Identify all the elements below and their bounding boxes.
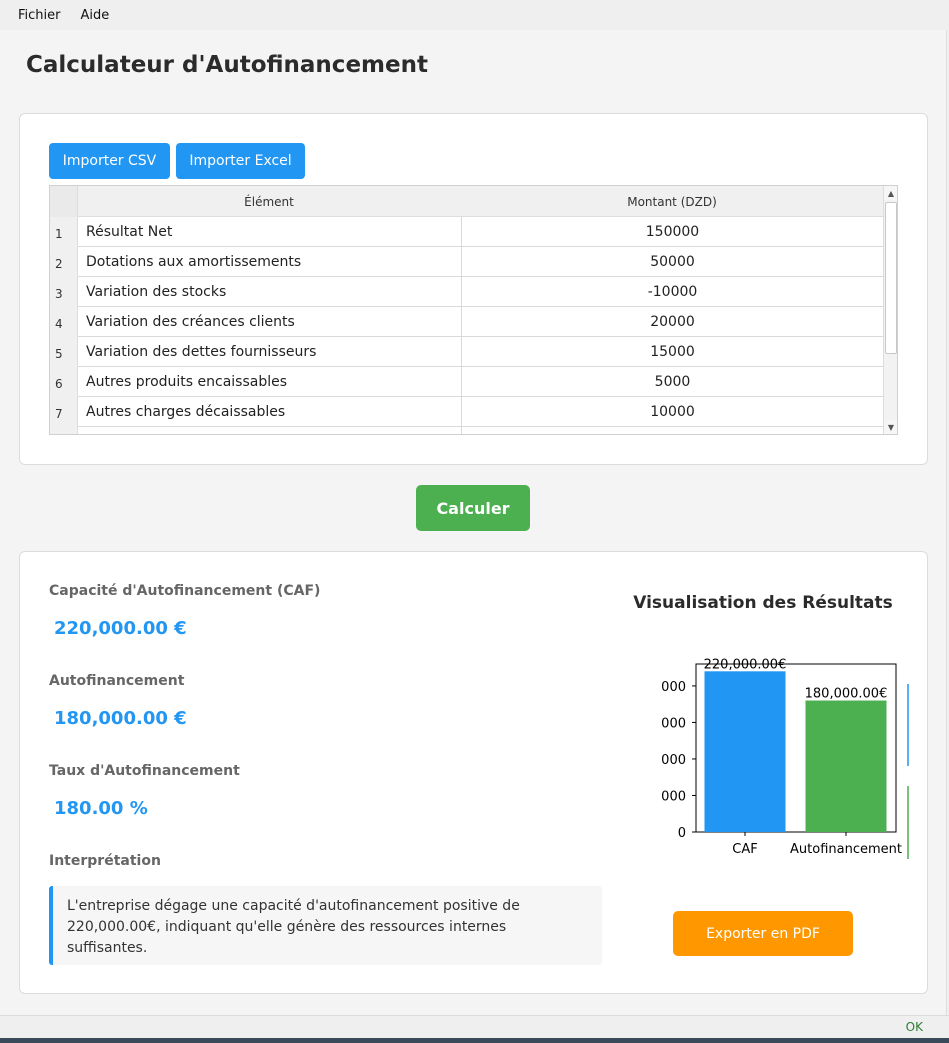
scroll-down-arrow-icon[interactable]: ▼ [884, 420, 897, 434]
results-panel: Capacité d'Autofinancement (CAF) 220,000… [19, 551, 928, 994]
y-tick-label: 000 [661, 716, 686, 731]
table-row[interactable]: 4 Variation des créances clients 20000 [50, 307, 883, 337]
cell-element[interactable]: Résultat Net [86, 217, 172, 247]
table-corner-button[interactable] [50, 186, 78, 217]
cell-amount[interactable]: 10000 [461, 397, 883, 427]
autofinancement-value: 180,000.00 € [54, 708, 187, 729]
bar-autofinancement [805, 700, 887, 832]
row-number[interactable]: 2 [50, 247, 78, 277]
data-table: Élément Montant (DZD) 1 Résultat Net 15000… [49, 185, 898, 435]
row-number[interactable]: 1 [50, 217, 78, 247]
table-row[interactable]: 2 Dotations aux amortissements 50000 [50, 247, 883, 277]
chart-title: Visualisation des Résultats [633, 593, 893, 613]
bar-caf [704, 671, 786, 832]
table-header: Élément Montant (DZD) [50, 186, 883, 217]
table-row[interactable]: 1 Résultat Net 150000 [50, 217, 883, 247]
x-tick-label: Autofinancement [790, 842, 902, 857]
cell-amount[interactable]: 150000 [461, 217, 883, 247]
table-row[interactable] [50, 427, 883, 434]
export-pdf-button[interactable]: Exporter en PDF [673, 911, 853, 956]
caf-value: 220,000.00 € [54, 618, 187, 639]
main-window: Calculateur d'Autofinancement Importer C… [0, 30, 947, 1015]
cell-amount[interactable]: 15000 [461, 337, 883, 367]
menu-aide[interactable]: Aide [71, 8, 120, 23]
cell-amount[interactable]: 50000 [461, 247, 883, 277]
cell-element[interactable]: Dotations aux amortissements [86, 247, 301, 277]
status-bar: OK [0, 1015, 949, 1038]
caf-label: Capacité d'Autofinancement (CAF) [49, 583, 321, 599]
table-row[interactable]: 5 Variation des dettes fournisseurs 15000 [50, 337, 883, 367]
table-row[interactable]: 3 Variation des stocks -10000 [50, 277, 883, 307]
table-body: 1 Résultat Net 150000 2 Dotations aux amorti… [50, 217, 883, 434]
cell-amount[interactable]: 5000 [461, 367, 883, 397]
y-tick-label: 000 [661, 680, 686, 695]
row-number[interactable]: 7 [50, 397, 78, 427]
cell-element[interactable]: Autres produits encaissables [86, 367, 287, 397]
import-csv-button[interactable]: Importer CSV [49, 143, 170, 179]
table-row[interactable]: 7 Autres charges décaissables 10000 [50, 397, 883, 427]
y-tick-label: 0 [678, 826, 686, 841]
data-label: 220,000.00€ [704, 657, 787, 672]
interpretation-label: Interprétation [49, 853, 161, 869]
menu-bar: Fichier Aide [0, 0, 949, 30]
cell-element[interactable]: Variation des dettes fournisseurs [86, 337, 316, 367]
bar-chart-svg: 0000000000000220,000.00€CAF180,000.00€Au… [661, 657, 909, 859]
import-excel-button[interactable]: Importer Excel [176, 143, 305, 179]
x-tick-label: CAF [732, 842, 757, 857]
column-header-element[interactable]: Élément [78, 186, 460, 217]
cell-element[interactable]: Variation des créances clients [86, 307, 295, 337]
row-number[interactable]: 4 [50, 307, 78, 337]
cell-amount[interactable]: 20000 [461, 307, 883, 337]
cell-amount[interactable] [461, 427, 883, 434]
y-tick-label: 000 [661, 789, 686, 804]
column-header-amount[interactable]: Montant (DZD) [461, 186, 883, 217]
taskbar-edge [0, 1038, 949, 1043]
row-number[interactable]: 6 [50, 367, 78, 397]
row-number[interactable] [50, 427, 78, 434]
taux-label: Taux d'Autofinancement [49, 763, 240, 779]
taux-value: 180.00 % [54, 798, 148, 819]
cell-amount[interactable]: -10000 [461, 277, 883, 307]
data-label: 180,000.00€ [805, 687, 888, 702]
status-text: OK [905, 1020, 923, 1034]
calculate-button[interactable]: Calculer [416, 485, 530, 531]
menu-fichier[interactable]: Fichier [8, 8, 71, 23]
import-panel: Importer CSV Importer Excel Élément Mont… [19, 113, 928, 465]
scroll-up-arrow-icon[interactable]: ▲ [884, 186, 897, 200]
page-title: Calculateur d'Autofinancement [26, 52, 428, 78]
cell-element[interactable]: Variation des stocks [86, 277, 226, 307]
row-number[interactable]: 5 [50, 337, 78, 367]
autofinancement-label: Autofinancement [49, 673, 185, 689]
cell-element[interactable]: Autres charges décaissables [86, 397, 285, 427]
row-number[interactable]: 3 [50, 277, 78, 307]
results-chart: 0 000 000 000 000 220,000.00€ CAF 180,000.00€ Au… [620, 652, 910, 882]
table-scrollbar[interactable]: ▲ ▼ [883, 186, 897, 434]
y-tick-label: 000 [661, 753, 686, 768]
scrollbar-thumb[interactable] [885, 202, 897, 354]
table-row[interactable]: 6 Autres produits encaissables 5000 [50, 367, 883, 397]
interpretation-text: L'entreprise dégage une capacité d'autof… [49, 886, 602, 965]
